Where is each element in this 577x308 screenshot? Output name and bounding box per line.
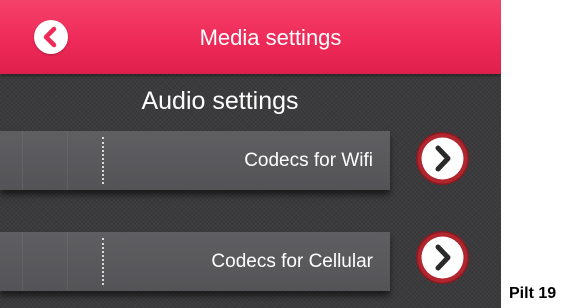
app-screen: Media settings Audio settings Codecs for… bbox=[0, 0, 501, 308]
codecs-cellular-button[interactable] bbox=[414, 229, 471, 286]
header-bar: Media settings bbox=[0, 0, 501, 74]
chevron-right-icon[interactable] bbox=[414, 229, 471, 286]
row-bevel bbox=[22, 232, 23, 291]
codecs-wifi-row[interactable]: Codecs for Wifi bbox=[0, 131, 390, 190]
codecs-wifi-button[interactable] bbox=[414, 130, 471, 187]
row-divider bbox=[102, 238, 104, 285]
codecs-wifi-label: Codecs for Wifi bbox=[244, 150, 373, 171]
section-title: Audio settings bbox=[141, 87, 299, 115]
back-button[interactable] bbox=[34, 20, 68, 54]
chevron-right-icon[interactable] bbox=[414, 130, 471, 187]
codecs-cellular-row[interactable]: Codecs for Cellular bbox=[0, 232, 390, 291]
chevron-left-icon bbox=[43, 26, 57, 48]
row-divider bbox=[102, 137, 104, 184]
page-title: Media settings bbox=[199, 25, 342, 50]
row-bevel bbox=[67, 131, 68, 190]
codecs-cellular-label: Codecs for Cellular bbox=[211, 251, 373, 272]
row-bevel bbox=[67, 232, 68, 291]
figure-caption: Pilt 19 bbox=[509, 285, 557, 302]
row-bevel bbox=[22, 131, 23, 190]
